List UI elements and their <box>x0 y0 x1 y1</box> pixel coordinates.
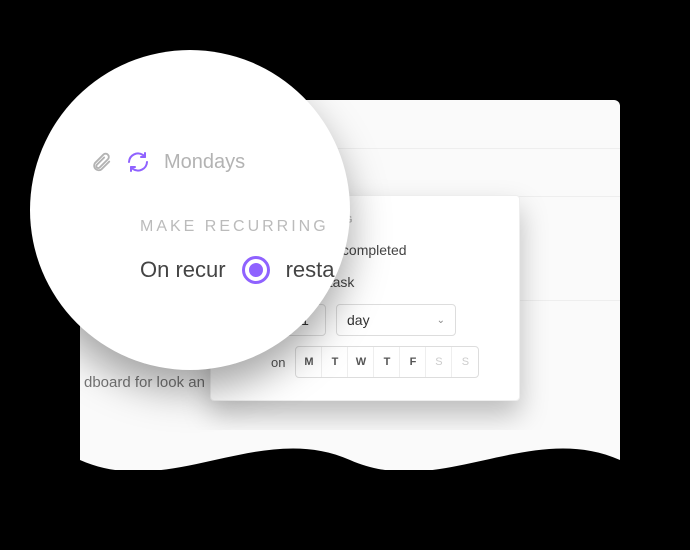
on-label: on <box>271 355 285 370</box>
day-picker[interactable]: M T W T F S S <box>295 346 479 378</box>
radio-unselected-icon[interactable] <box>231 272 251 292</box>
torn-edge-decoration <box>80 430 620 550</box>
background-task-text: dboard for look an <box>84 374 205 391</box>
every-count-input[interactable]: 1 <box>284 304 326 336</box>
day-s2[interactable]: S <box>452 347 478 377</box>
row-divider <box>80 148 620 196</box>
every-row: vy 1 day ⌄ <box>231 304 499 336</box>
day-s1[interactable]: S <box>426 347 452 377</box>
option-label: restart when completed <box>261 242 407 258</box>
day-t1[interactable]: T <box>322 347 348 377</box>
day-m[interactable]: M <box>296 347 322 377</box>
chevron-down-icon: ⌄ <box>437 315 445 326</box>
popup-heading: MAKE RECURRING <box>231 214 499 226</box>
day-w[interactable]: W <box>348 347 374 377</box>
option-label: make new task <box>261 274 354 290</box>
radio-selected-icon[interactable] <box>231 240 251 260</box>
every-unit-select[interactable]: day ⌄ <box>336 304 456 336</box>
unit-value: day <box>347 312 370 328</box>
every-label: vy <box>261 313 274 328</box>
recurring-popup: MAKE RECURRING restart when completed ma… <box>210 195 520 401</box>
day-t2[interactable]: T <box>374 347 400 377</box>
option-new-task[interactable]: make new task <box>231 272 499 292</box>
day-f[interactable]: F <box>400 347 426 377</box>
option-restart[interactable]: restart when completed <box>231 240 499 260</box>
radio-unselected-icon[interactable] <box>231 310 251 330</box>
days-row: on M T W T F S S <box>231 346 499 378</box>
